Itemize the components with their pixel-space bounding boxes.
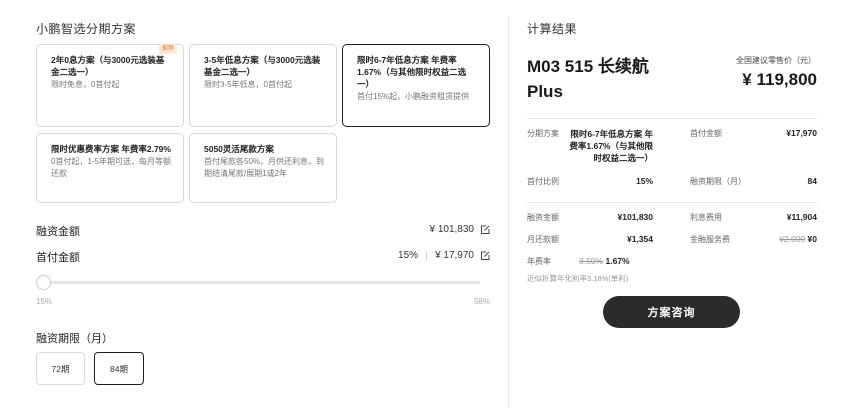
term-option-72[interactable]: 72期 (36, 352, 85, 385)
down-payment-result-value: ¥17,970 (786, 128, 817, 138)
slider-min-label: 15% (36, 297, 53, 306)
msrp-label: 全国建议零售价（元） (736, 56, 816, 65)
plan-title: 限时6-7年低息方案 年费率1.67%（与其他限时权益二选一） (357, 55, 467, 89)
rate-value: 3.50% 1.67% (579, 256, 630, 266)
plan-title: 3-5年低息方案（与3000元选装基金二选一） (204, 55, 321, 77)
plan-card-5050-balloon[interactable]: 5050灵活尾款方案 首付尾款各50%，月供还利息，到期结清尾款/展期1或2年 (189, 133, 337, 203)
down-payment-label: 首付金额 (36, 252, 80, 264)
monthly-value: ¥1,354 (627, 234, 653, 244)
plan-card-6-7yr-low-interest[interactable]: 限时6-7年低息方案 年费率1.67%（与其他限时权益二选一） 首付15%起，小… (342, 44, 490, 127)
monthly-label: 月还款额 (527, 235, 559, 244)
interest-value: ¥11,904 (786, 212, 817, 222)
plan-desc: 首付15%起，小鹏融资租赁提供 (357, 92, 470, 101)
down-payment-result-label: 首付金额 (690, 129, 722, 138)
financing-amount-field[interactable]: ¥ 101,830 (430, 224, 491, 235)
plan-desc: 限时免息，0首付起 (51, 80, 120, 89)
apr-note: 近似折算年化利率3.18%(单利) (527, 274, 629, 283)
consult-plan-button[interactable]: 方案咨询 (603, 296, 740, 328)
financing-amount-label: 融资金额 (36, 226, 80, 238)
plan-card-2yr-zero-interest[interactable]: 推荐 2年0息方案（与3000元选装基金二选一） 限时免息，0首付起 (36, 44, 184, 127)
divider (527, 202, 817, 203)
plan-title: 2年0息方案（与3000元选装基金二选一） (51, 55, 165, 77)
financing-amount-value: ¥ 101,830 (429, 224, 475, 235)
down-payment-percent: 15% (398, 250, 419, 261)
recommended-badge: 推荐 (158, 44, 177, 54)
service-fee-value: ¥2,000 ¥0 (779, 234, 817, 244)
plan-desc: 首付尾款各50%，月供还利息，到期结清尾款/展期1或2年 (204, 157, 325, 178)
down-ratio-label: 首付比例 (527, 177, 559, 186)
term-result-label: 融资期限（月） (690, 177, 746, 186)
plan-card-discount-rate[interactable]: 限时优惠费率方案 年费率2.79% 0首付起，1-5年期可选，每月等额还款 (36, 133, 184, 203)
msrp-value: ¥ 119,800 (742, 70, 817, 89)
car-model-name: M03 515 长续航 Plus (527, 57, 649, 101)
service-fee-original: ¥2,000 (779, 234, 806, 244)
result-title: 计算结果 (527, 22, 578, 36)
slider-max-label: 58% (473, 297, 490, 306)
down-payment-value: ¥ 17,970 (435, 250, 474, 261)
down-payment-field[interactable]: 15% ¥ 17,970 (398, 250, 490, 261)
service-fee-label: 金融服务费 (690, 235, 730, 244)
rate-current: 1.67% (605, 256, 630, 266)
plan-desc: 0首付起，1-5年期可选，每月等额还款 (51, 157, 172, 178)
edit-icon[interactable] (480, 225, 490, 235)
plan-card-3-5yr-low-interest[interactable]: 3-5年低息方案（与3000元选装基金二选一） 限时3-5年低息，0首付起 (189, 44, 337, 127)
rate-original: 3.50% (579, 256, 604, 266)
divider (426, 251, 428, 260)
down-ratio-value: 15% (635, 176, 653, 186)
plan-title: 5050灵活尾款方案 (204, 144, 274, 154)
plan-config-panel: 小鹏智选分期方案 推荐 2年0息方案（与3000元选装基金二选一） 限时免息，0… (0, 0, 508, 408)
term-label: 融资期限（月） (36, 333, 113, 345)
divider (527, 118, 817, 119)
interest-label: 利息费用 (690, 213, 722, 222)
edit-icon[interactable] (480, 251, 490, 261)
down-payment-slider-track[interactable] (42, 281, 480, 284)
rate-label: 年费率 (527, 257, 551, 266)
financing-result-label: 融资金额 (527, 213, 559, 222)
plan-title: 限时优惠费率方案 年费率2.79% (51, 144, 171, 154)
plan-value: 限时6-7年低息方案 年费率1.67%（与其他限时权益二选一） (569, 129, 653, 163)
down-payment-slider-thumb[interactable] (36, 275, 51, 290)
service-fee-current: ¥0 (807, 234, 817, 244)
plan-desc: 限时3-5年低息，0首付起 (204, 80, 293, 89)
term-option-84[interactable]: 84期 (94, 352, 144, 385)
plans-section-title: 小鹏智选分期方案 (36, 22, 137, 36)
financing-result-value: ¥101,830 (617, 212, 653, 222)
plan-label: 分期方案 (527, 129, 559, 138)
term-result-value: 84 (807, 176, 817, 186)
result-panel: 计算结果 M03 515 长续航 Plus 全国建议零售价（元） ¥ 119,8… (509, 0, 866, 408)
